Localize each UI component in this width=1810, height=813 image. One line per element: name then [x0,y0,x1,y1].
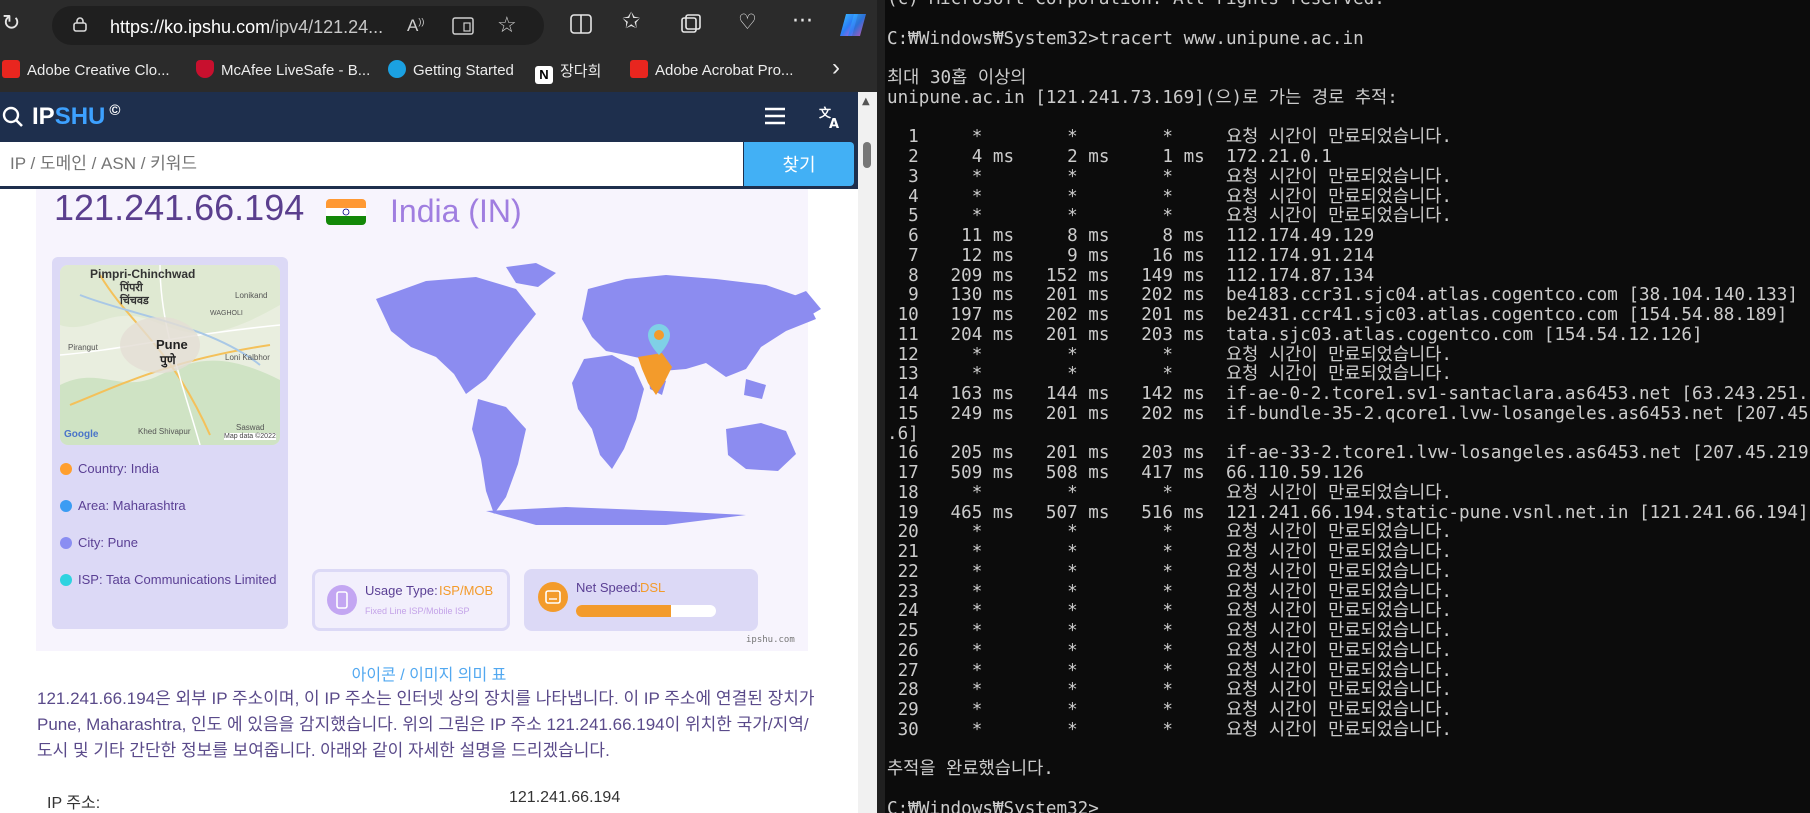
router-icon [538,582,568,612]
favorites-bar: Adobe Creative Clo... McAfee LiveSafe - … [0,52,877,88]
page-scrollbar[interactable]: ▲ [858,92,877,813]
acrobat-icon [630,60,648,78]
favorite-star-icon[interactable]: ☆ [497,12,517,38]
favorites-icon[interactable]: ✩ [622,11,640,33]
address-bar[interactable]: https://ko.ipshu.com/ipv4/121.24... A)) … [52,6,544,45]
info-isp: ISP: Tata Communications Limited [60,572,276,587]
map-label-small3: Pirangut [68,343,98,352]
search-logo-icon [2,106,23,127]
city-map[interactable]: Pimpri-Chinchwad पिंपरी चिंचवड Pune पुणे… [60,265,280,445]
speed-value: DSL [640,580,666,595]
split-screen-icon[interactable] [570,14,592,34]
search-bar: 찾기 [0,142,858,189]
map-attribution: Google [64,429,99,440]
more-menu-icon[interactable]: ··· [792,11,813,33]
collections-icon[interactable] [680,13,702,35]
ip-address-title: 121.241.66.194 [54,189,305,228]
map-label-small4: Loni Kalbhor [225,353,270,362]
notion-icon: N [535,66,553,84]
browser-window: ↻ https://ko.ipshu.com/ipv4/121.24... A)… [0,0,877,813]
lock-icon[interactable] [72,16,88,32]
speed-bar [576,605,716,617]
usage-value: ISP/MOB [439,583,494,598]
mcafee-shield-icon [196,60,214,78]
favorites-overflow-chevron-icon[interactable]: › [832,54,840,82]
map-label-small5: Khed Shivapur [138,427,191,436]
map-label-city2-local: पुणे [160,353,176,367]
watermark: ipshu.com [746,635,795,645]
page-content: 121.241.66.194 India (IN) Pimpri-Chinchw… [0,189,858,813]
map-label-city1-local: पिंपरी चिंचवड [120,281,149,307]
refresh-icon[interactable]: ↻ [2,13,20,35]
ip-summary-card: 121.241.66.194 India (IN) Pimpri-Chinchw… [36,189,821,651]
browser-essentials-icon[interactable]: ♡ [738,12,757,33]
map-label-city1: Pimpri-Chinchwad [90,267,196,281]
ip-detail-row: IP 주소: 121.241.66.194 [47,789,827,813]
usage-label: Usage Type: [365,583,438,598]
adobe-icon [2,60,20,78]
site-logo[interactable]: IPSHU © [32,102,120,131]
language-icon[interactable]: 文 A [818,104,844,130]
info-city: City: Pune [60,535,138,550]
favorite-acrobat[interactable]: Adobe Acrobat Pro... [630,60,793,79]
city-dot-icon [60,537,72,549]
location-info-panel: Pimpri-Chinchwad पिंपरी चिंचवड Pune पुणे… [52,257,288,629]
command-prompt-window[interactable]: (c) Microsoft Corporation. All rights re… [885,0,1810,813]
info-country: Country: India [60,461,159,476]
country-title: India (IN) [390,193,522,229]
area-dot-icon [60,500,72,512]
copilot-icon[interactable] [838,10,868,40]
url-path: /ipv4/121.24... [270,17,384,37]
favorite-mcafee[interactable]: McAfee LiveSafe - B... [196,60,370,79]
ip-row-label: IP 주소: [47,795,101,812]
window-divider[interactable] [877,0,885,813]
phone-icon [327,585,357,615]
ip-description: 121.241.66.194은 외부 IP 주소이며, 이 IP 주소는 인터넷… [37,689,815,760]
hamburger-menu-icon[interactable] [764,106,786,126]
india-flag-icon [326,199,366,225]
map-label-small6: Saswad [236,423,265,432]
favorite-getting-started[interactable]: Getting Started [388,60,514,79]
country-dot-icon [60,463,72,475]
net-speed-box: Net Speed: DSL [524,569,758,631]
speed-label: Net Speed: [576,580,642,595]
info-area: Area: Maharashtra [60,498,186,513]
immersive-reader-icon[interactable] [452,17,474,35]
site-header: IPSHU © 文 A [0,92,858,142]
map-label-city2: Pune [156,337,188,352]
favorite-adobe-cc[interactable]: Adobe Creative Clo... [2,60,170,79]
usage-type-box: Usage Type: ISP/MOB Fixed Line ISP/Mobil… [312,569,510,631]
console-output: (c) Microsoft Corporation. All rights re… [887,0,1810,813]
map-label-small2: WAGHOLI [210,310,243,317]
edge-icon [388,60,406,78]
search-button[interactable]: 찾기 [744,142,854,186]
ip-row-value: 121.241.66.194 [509,789,621,806]
scroll-up-arrow-icon[interactable]: ▲ [862,96,870,107]
world-map [376,263,821,525]
read-aloud-icon[interactable]: A)) [407,16,424,36]
url-text[interactable]: https://ko.ipshu.com/ipv4/121.24... [110,17,383,38]
browser-toolbar: ↻ https://ko.ipshu.com/ipv4/121.24... A)… [0,0,877,92]
url-domain: https://ko.ipshu.com [110,17,271,37]
icon-legend-link[interactable]: 아이콘 / 이미지 의미 표 [0,661,858,685]
map-label-small1: Lonikand [235,291,268,300]
speed-bar-fill [576,605,672,617]
map-data-credit: Map data ©2022 [224,433,276,440]
usage-sublabel: Fixed Line ISP/Mobile ISP [365,606,470,616]
scroll-thumb[interactable] [863,142,871,168]
isp-dot-icon [60,574,72,586]
favorite-notion[interactable]: N 장다희 [535,60,601,84]
svg-text:A: A [829,117,839,130]
search-input[interactable] [0,142,743,186]
